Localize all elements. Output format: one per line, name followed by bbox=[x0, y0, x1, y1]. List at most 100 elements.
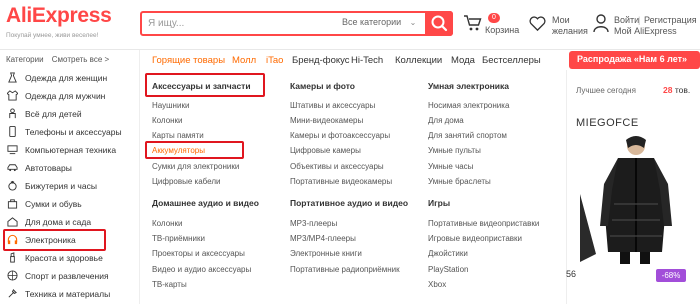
menu-item-ebooks[interactable]: Электронные книги bbox=[290, 249, 362, 258]
menu-item-smart-home[interactable]: Для дома bbox=[428, 116, 464, 125]
menu-item-digital-cables[interactable]: Цифровые кабели bbox=[152, 177, 220, 186]
menu-heading-cameras[interactable]: Камеры и фото bbox=[290, 81, 355, 91]
logo-tagline: Покупай умнее, живи веселее! bbox=[6, 32, 99, 39]
menu-item-tv-cards[interactable]: ТВ-карты bbox=[152, 280, 187, 289]
baby-icon bbox=[9, 108, 16, 119]
menu-item-smart-bracelets[interactable]: Умные браслеты bbox=[428, 177, 491, 186]
best-today-count-value: 28 bbox=[663, 85, 673, 95]
menu-item-projectors[interactable]: Проекторы и аксессуары bbox=[152, 249, 245, 258]
sidebar-item-women[interactable]: Одежда для женщин bbox=[7, 69, 137, 87]
search-icon bbox=[431, 15, 448, 32]
sidebar-item-jewelry[interactable]: Бижутерия и часы bbox=[7, 177, 137, 195]
menu-item-tripods[interactable]: Штативы и аксессуары bbox=[290, 101, 375, 110]
electronics-highlight-box bbox=[3, 229, 106, 251]
menu-item-headphones[interactable]: Наушники bbox=[152, 101, 189, 110]
menu-item-digital-cameras[interactable]: Цифровые камеры bbox=[290, 146, 361, 155]
menu-heading-accessories[interactable]: Аксессуары и запчасти bbox=[152, 81, 251, 91]
menu-item-mp3-players[interactable]: MP3-плееры bbox=[290, 219, 337, 228]
sidebar-header: Категории Смотреть все > bbox=[6, 55, 109, 64]
sidebar-item-label: Одежда для женщин bbox=[25, 73, 108, 83]
sidebar-item-label: Для дома и сада bbox=[25, 217, 92, 227]
menu-item-xbox[interactable]: Xbox bbox=[428, 280, 446, 289]
menu-item-sport-devices[interactable]: Для занятий спортом bbox=[428, 131, 507, 140]
sidebar-item-label: Спорт и развлечения bbox=[25, 271, 109, 281]
menu-item-portable-radio[interactable]: Портативные радиоприёмник bbox=[290, 265, 400, 274]
nav-hot-deals[interactable]: Горящие товары bbox=[152, 55, 225, 66]
menu-item-tv-receivers[interactable]: ТВ-приёмники bbox=[152, 234, 205, 243]
user-icon bbox=[593, 14, 609, 33]
menu-item-camera-accessories[interactable]: Камеры и фотоаксессуары bbox=[290, 131, 390, 140]
see-all-link[interactable]: Смотреть все > bbox=[52, 55, 109, 64]
menu-item-lenses[interactable]: Объективы и аксессуары bbox=[290, 162, 384, 171]
menu-item-memory-cards[interactable]: Карты памяти bbox=[152, 131, 204, 140]
home-icon bbox=[7, 217, 18, 227]
sidebar-item-kids[interactable]: Всё для детей bbox=[7, 105, 137, 123]
menu-item-wearables[interactable]: Носимая электроника bbox=[428, 101, 509, 110]
cart-icon bbox=[464, 15, 482, 31]
menu-item-mp3-mp4-players[interactable]: MP3/MP4-плееры bbox=[290, 234, 356, 243]
category-sidebar: Категории Смотреть все > Одежда для женщ… bbox=[0, 50, 140, 304]
sidebar-item-label: Красота и здоровье bbox=[25, 253, 103, 263]
product-image-coat[interactable] bbox=[574, 134, 696, 266]
sidebar-item-bags[interactable]: Сумки и обувь bbox=[7, 195, 137, 213]
product-brand: MIEGOFCE bbox=[576, 117, 639, 129]
menu-item-portable-consoles[interactable]: Портативные видеоприставки bbox=[428, 219, 539, 228]
wishlist-label-2: желания bbox=[552, 26, 588, 36]
menu-heading-home-audio[interactable]: Домашнее аудио и видео bbox=[152, 198, 259, 208]
menu-item-av-accessories[interactable]: Видео и аудио аксессуары bbox=[152, 265, 251, 274]
menu-item-mini-camcorders[interactable]: Мини-видеокамеры bbox=[290, 116, 363, 125]
ring-icon bbox=[8, 180, 17, 191]
sidebar-item-phones[interactable]: Телефоны и аксессуары bbox=[7, 123, 137, 141]
menu-item-smart-watches[interactable]: Умные часы bbox=[428, 162, 473, 171]
cart-count-badge: 0 bbox=[488, 13, 500, 23]
nav-brand-focus[interactable]: Бренд-фокус bbox=[292, 55, 350, 66]
phone-icon bbox=[9, 126, 16, 137]
menu-heading-games[interactable]: Игры bbox=[428, 198, 450, 208]
promo-sale-banner[interactable]: Распродажа «Нам 6 лет» bbox=[569, 51, 700, 69]
discount-badge: -68% bbox=[656, 269, 686, 282]
menu-item-batteries[interactable]: Аккумуляторы bbox=[152, 146, 205, 155]
aliexpress-logo[interactable]: AliExpress bbox=[6, 4, 112, 28]
menu-heading-smart-electronics[interactable]: Умная электроника bbox=[428, 81, 509, 91]
nav-collections[interactable]: Коллекции bbox=[395, 55, 442, 66]
cart-label: Корзина bbox=[485, 25, 520, 35]
computer-icon bbox=[7, 145, 18, 155]
sidebar-item-sport[interactable]: Спорт и развлечения bbox=[7, 267, 137, 285]
menu-item-electronics-bags[interactable]: Сумки для электроники bbox=[152, 162, 239, 171]
menu-heading-portable-audio[interactable]: Портативное аудио и видео bbox=[290, 198, 408, 208]
nav-bestsellers[interactable]: Бестселлеры bbox=[482, 55, 541, 66]
nav-hi-tech[interactable]: Hi-Tech bbox=[351, 55, 383, 66]
my-aliexpress-link[interactable]: Мой AliExpress bbox=[614, 26, 677, 37]
login-link[interactable]: Войти bbox=[614, 15, 639, 26]
sidebar-item-auto[interactable]: Автотовары bbox=[7, 159, 137, 177]
lipstick-icon bbox=[10, 252, 15, 263]
category-select[interactable]: Все категории ⌄ bbox=[342, 17, 416, 27]
page: { "header": { "logo": "AliExpress", "tag… bbox=[0, 0, 700, 304]
sidebar-item-computers[interactable]: Компьютерная техника bbox=[7, 141, 137, 159]
sidebar-item-men[interactable]: Одежда для мужчин bbox=[7, 87, 137, 105]
sidebar-item-label: Бижутерия и часы bbox=[25, 181, 97, 191]
menu-item-playstation[interactable]: PlayStation bbox=[428, 265, 468, 274]
best-today-count: 28 тов. bbox=[663, 85, 690, 95]
login-separator: | bbox=[638, 15, 641, 25]
menu-item-smart-remotes[interactable]: Умные пульты bbox=[428, 146, 481, 155]
search-input[interactable] bbox=[148, 16, 328, 31]
nav-fashion[interactable]: Мода bbox=[451, 55, 475, 66]
product-price-fragment: 56 bbox=[566, 269, 577, 279]
menu-item-joysticks[interactable]: Джойстики bbox=[428, 249, 468, 258]
nav-itao[interactable]: iTao bbox=[266, 55, 283, 66]
search-button[interactable] bbox=[425, 11, 453, 36]
tools-icon bbox=[8, 289, 17, 298]
menu-item-portable-camcorders[interactable]: Портативные видеокамеры bbox=[290, 177, 392, 186]
sidebar-item-label: Сумки и обувь bbox=[25, 199, 82, 209]
search-bar: Все категории ⌄ bbox=[140, 11, 453, 36]
sidebar-item-tools[interactable]: Техника и материалы bbox=[7, 285, 137, 303]
sidebar-item-label: Компьютерная техника bbox=[25, 145, 117, 155]
nav-mall[interactable]: Молл bbox=[232, 55, 256, 66]
menu-item-game-consoles[interactable]: Игровые видеоприставки bbox=[428, 234, 522, 243]
sidebar-item-beauty[interactable]: Красота и здоровье bbox=[7, 249, 137, 267]
menu-item-speakers[interactable]: Колонки bbox=[152, 116, 183, 125]
categories-label: Категории bbox=[6, 55, 44, 64]
menu-item-home-speakers[interactable]: Колонки bbox=[152, 219, 183, 228]
register-link[interactable]: Регистрация bbox=[644, 15, 697, 26]
